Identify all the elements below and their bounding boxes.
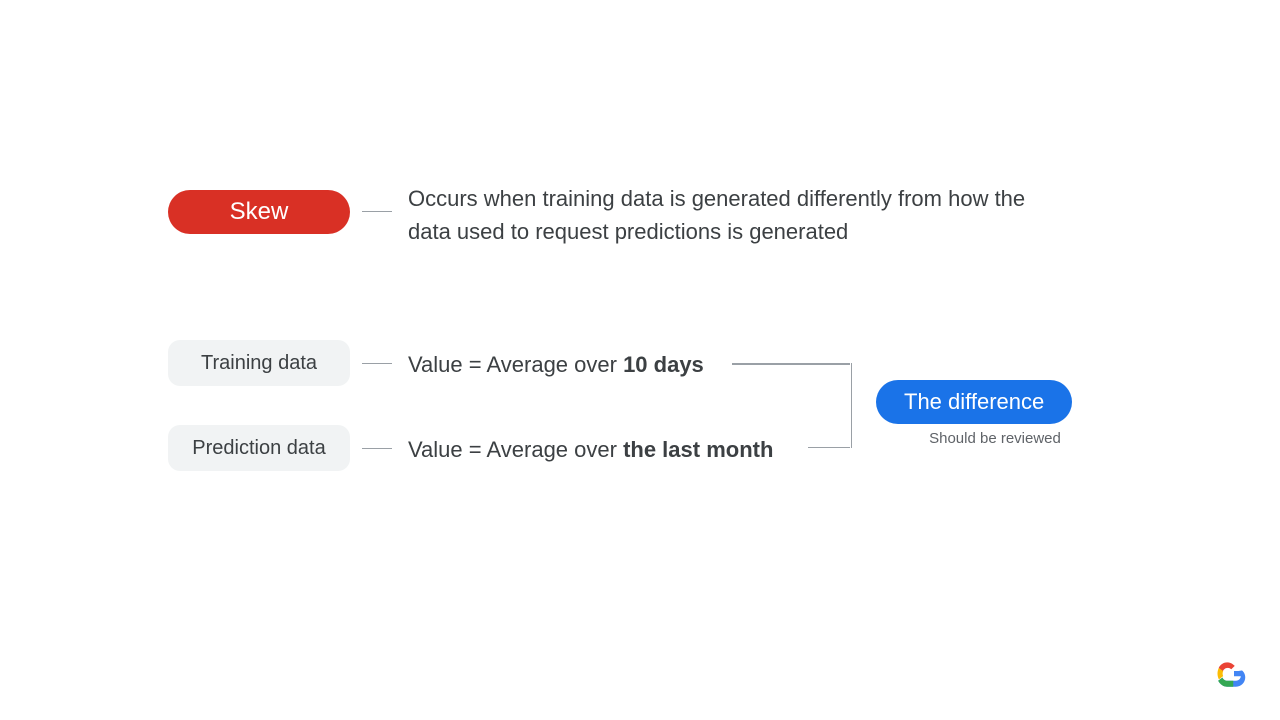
difference-caption: Should be reviewed xyxy=(876,430,1114,447)
google-cloud-logo-icon xyxy=(1210,656,1246,692)
value-bold: 10 days xyxy=(623,352,704,377)
connector-dash xyxy=(362,448,392,449)
skew-pill: Skew xyxy=(168,190,350,234)
difference-pill: The difference xyxy=(876,380,1072,424)
connector-dash xyxy=(362,211,392,212)
prediction-data-value: Value = Average over the last month xyxy=(408,437,773,463)
value-prefix: Value = Average over xyxy=(408,437,623,462)
skew-description: Occurs when training data is generated d… xyxy=(408,182,1068,248)
value-prefix: Value = Average over xyxy=(408,352,623,377)
prediction-data-pill: Prediction data xyxy=(168,425,350,471)
bracket-connector xyxy=(732,363,852,448)
training-data-pill: Training data xyxy=(168,340,350,386)
connector-dash xyxy=(362,363,392,364)
training-data-value: Value = Average over 10 days xyxy=(408,352,704,378)
